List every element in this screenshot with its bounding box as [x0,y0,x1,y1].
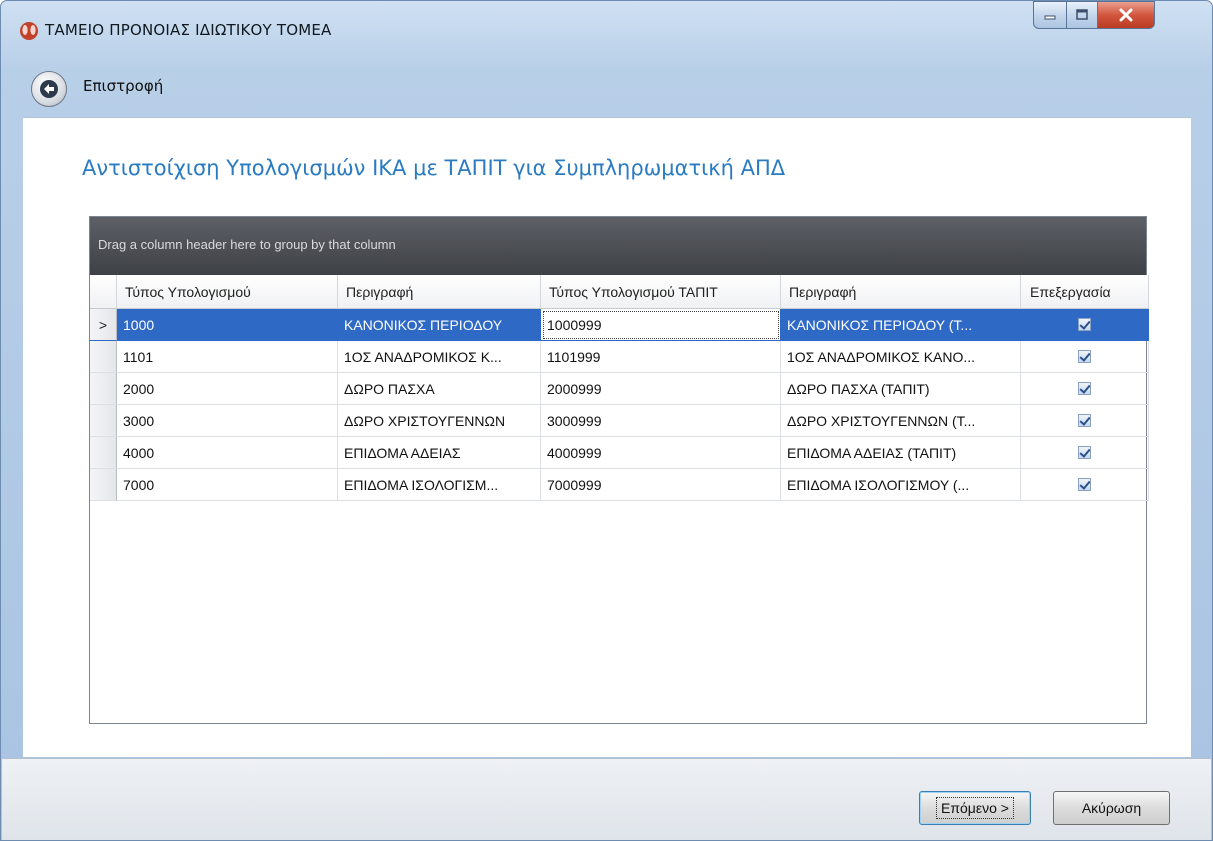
table-row[interactable]: 1101 1ΟΣ ΑΝΑΔΡΟΜΙΚΟΣ Κ... 1101999 1ΟΣ ΑΝ… [90,341,1149,373]
cell-tapit-code[interactable]: 3000999 [541,405,781,437]
cell-ika-code[interactable]: 7000 [117,469,338,501]
title-bar[interactable]: ΤΑΜΕΙΟ ΠΡΟΝΟΙΑΣ ΙΔΙΩΤΙΚΟΥ ΤΟΜΕΑ [1,1,1212,57]
table-row[interactable]: 3000 ΔΩΡΟ ΧΡΙΣΤΟΥΓΕΝΝΩΝ 3000999 ΔΩΡΟ ΧΡΙ… [90,405,1149,437]
cell-tapit-description[interactable]: 1ΟΣ ΑΝΑΔΡΟΜΙΚΟΣ ΚΑΝΟ... [781,341,1021,373]
cell-ika-code[interactable]: 4000 [117,437,338,469]
edit-checkbox[interactable] [1078,382,1091,395]
back-arrow-icon [40,80,58,98]
cell-edit [1021,373,1149,405]
column-header-tapit-description[interactable]: Περιγραφή [781,275,1021,309]
column-header-edit[interactable]: Επεξεργασία [1021,275,1149,309]
app-logo-icon [20,22,38,40]
table-row[interactable]: > 1000 ΚΑΝΟΝΙΚΟΣ ΠΕΡΙΟΔΟΥ 1000999 ΚΑΝΟΝΙ… [90,309,1149,341]
row-indicator [90,373,117,405]
cell-tapit-code[interactable]: 2000999 [541,373,781,405]
edit-checkbox[interactable] [1078,350,1091,363]
page-title: Αντιστοίχιση Υπολογισμών ΙΚΑ με ΤΑΠΙΤ γι… [82,156,786,180]
cell-tapit-code[interactable]: 4000999 [541,437,781,469]
maximize-button[interactable] [1066,1,1098,29]
cell-tapit-description[interactable]: ΕΠΙΔΟΜΑ ΙΣΟΛΟΓΙΣΜΟΥ (... [781,469,1021,501]
cell-ika-code[interactable]: 1000 [117,309,338,341]
edit-checkbox[interactable] [1078,318,1091,331]
column-header-tapit-code[interactable]: Τύπος Υπολογισμού ΤΑΠΙΤ [541,275,781,309]
close-icon [1119,8,1133,22]
cell-ika-description[interactable]: ΕΠΙΔΟΜΑ ΑΔΕΙΑΣ [338,437,541,469]
row-indicator [90,469,117,501]
mapping-grid: Drag a column header here to group by th… [89,216,1149,724]
cell-edit [1021,469,1149,501]
table-row[interactable]: 4000 ΕΠΙΔΟΜΑ ΑΔΕΙΑΣ 4000999 ΕΠΙΔΟΜΑ ΑΔΕΙ… [90,437,1149,469]
content-area: Αντιστοίχιση Υπολογισμών ΙΚΑ με ΤΑΠΙΤ γι… [23,117,1191,757]
window-title: ΤΑΜΕΙΟ ΠΡΟΝΟΙΑΣ ΙΔΙΩΤΙΚΟΥ ΤΟΜΕΑ [45,21,332,39]
edit-checkbox[interactable] [1078,478,1091,491]
navigation-bar: Επιστροφή [2,59,1211,117]
cell-ika-description[interactable]: ΕΠΙΔΟΜΑ ΙΣΟΛΟΓΙΣΜ... [338,469,541,501]
cell-ika-description[interactable]: 1ΟΣ ΑΝΑΔΡΟΜΙΚΟΣ Κ... [338,341,541,373]
minimize-button[interactable] [1033,1,1067,29]
maximize-icon [1076,9,1088,20]
column-header-ika-description[interactable]: Περιγραφή [338,275,541,309]
row-indicator [90,341,117,373]
cell-tapit-code[interactable]: 7000999 [541,469,781,501]
grid-header: Τύπος Υπολογισμού Περιγραφή Τύπος Υπολογ… [90,275,1149,309]
cell-ika-description[interactable]: ΔΩΡΟ ΧΡΙΣΤΟΥΓΕΝΝΩΝ [338,405,541,437]
cell-tapit-description[interactable]: ΔΩΡΟ ΧΡΙΣΤΟΥΓΕΝΝΩΝ (Τ... [781,405,1021,437]
cell-tapit-description[interactable]: ΔΩΡΟ ΠΑΣΧΑ (ΤΑΠΙΤ) [781,373,1021,405]
table-row[interactable]: 2000 ΔΩΡΟ ΠΑΣΧΑ 2000999 ΔΩΡΟ ΠΑΣΧΑ (ΤΑΠΙ… [90,373,1149,405]
cell-tapit-description[interactable]: ΚΑΝΟΝΙΚΟΣ ΠΕΡΙΟΔΟΥ (Τ... [781,309,1021,341]
cell-ika-code[interactable]: 3000 [117,405,338,437]
close-button[interactable] [1097,1,1155,29]
back-label[interactable]: Επιστροφή [83,77,163,95]
footer-bar: Επόμενο > Ακύρωση [2,758,1211,840]
cell-tapit-code[interactable]: 1101999 [541,341,781,373]
table-row[interactable]: 7000 ΕΠΙΔΟΜΑ ΙΣΟΛΟΓΙΣΜ... 7000999 ΕΠΙΔΟΜ… [90,469,1149,501]
cell-edit [1021,309,1149,341]
edit-checkbox[interactable] [1078,414,1091,427]
cell-edit [1021,405,1149,437]
cell-tapit-code[interactable]: 1000999 [541,309,781,341]
group-panel-hint: Drag a column header here to group by th… [98,237,396,252]
minimize-icon [1044,15,1056,20]
cell-ika-code[interactable]: 1101 [117,341,338,373]
cell-edit [1021,437,1149,469]
group-by-panel[interactable]: Drag a column header here to group by th… [90,217,1146,275]
next-button-label: Επόμενο > [936,797,1014,819]
column-header-ika-code[interactable]: Τύπος Υπολογισμού [117,275,338,309]
back-button[interactable] [31,71,67,107]
next-button[interactable]: Επόμενο > [919,791,1031,825]
app-window: ΤΑΜΕΙΟ ΠΡΟΝΟΙΑΣ ΙΔΙΩΤΙΚΟΥ ΤΟΜΕΑ Επιστροφ… [0,0,1213,841]
cell-ika-code[interactable]: 2000 [117,373,338,405]
cell-edit [1021,341,1149,373]
header-indicator [90,275,117,309]
row-indicator: > [90,309,117,341]
cell-ika-description[interactable]: ΔΩΡΟ ΠΑΣΧΑ [338,373,541,405]
edit-checkbox[interactable] [1078,446,1091,459]
cancel-button[interactable]: Ακύρωση [1053,791,1170,825]
row-indicator [90,437,117,469]
cell-tapit-description[interactable]: ΕΠΙΔΟΜΑ ΑΔΕΙΑΣ (ΤΑΠΙΤ) [781,437,1021,469]
row-indicator [90,405,117,437]
cell-ika-description[interactable]: ΚΑΝΟΝΙΚΟΣ ΠΕΡΙΟΔΟΥ [338,309,541,341]
